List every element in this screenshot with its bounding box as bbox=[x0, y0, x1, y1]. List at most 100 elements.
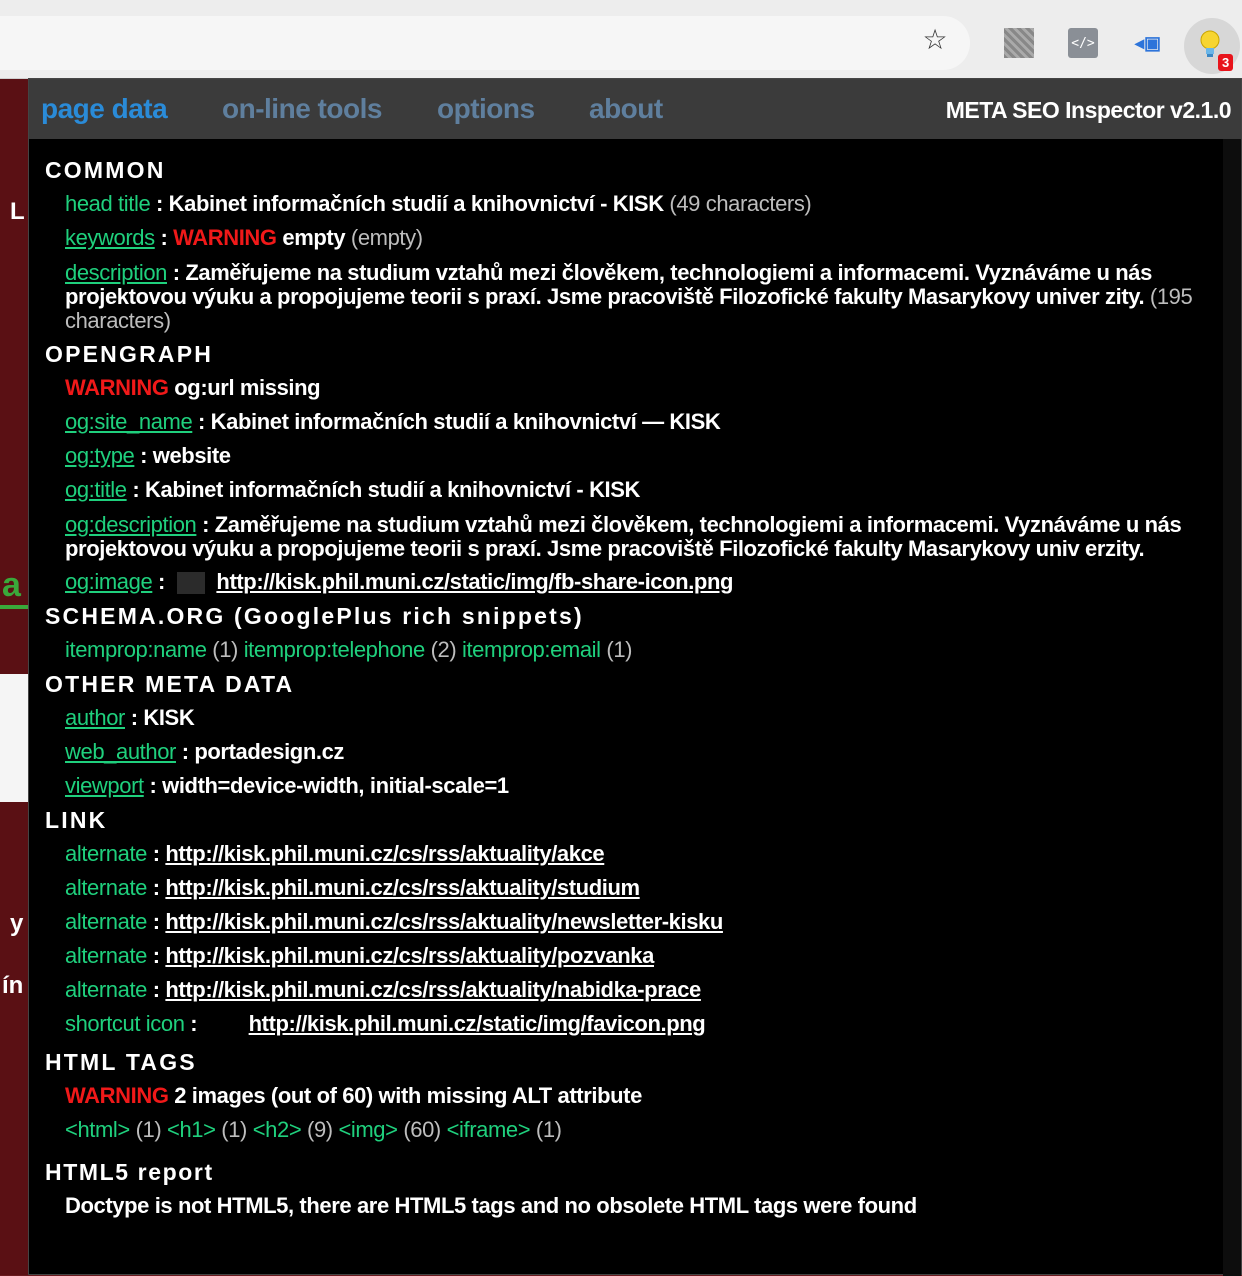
section-title-html5: HTML5 report bbox=[45, 1159, 214, 1185]
background-text-fragment: a bbox=[2, 566, 21, 604]
keywords-value: empty bbox=[282, 225, 346, 250]
og-site-name-value: Kabinet informačních studií a knihovnict… bbox=[210, 409, 721, 434]
section-title-opengraph: OPENGRAPH bbox=[45, 341, 214, 367]
author-link[interactable]: author bbox=[65, 705, 125, 730]
link-url[interactable]: http://kisk.phil.muni.cz/cs/rss/aktualit… bbox=[165, 875, 640, 900]
schema-item-key: itemprop:telephone bbox=[243, 637, 426, 662]
viewport-row: viewport : width=device-width, initial-s… bbox=[65, 773, 509, 798]
code-extension-icon[interactable]: </> bbox=[1068, 28, 1098, 58]
og-type-row: og:type : website bbox=[65, 443, 231, 468]
screen-extension-icon[interactable]: ◂▣ bbox=[1133, 28, 1163, 58]
link-row: alternate : http://kisk.phil.muni.cz/cs/… bbox=[65, 943, 654, 968]
tag-name: <h2> bbox=[252, 1117, 302, 1142]
background-text-fragment: ín bbox=[2, 972, 24, 999]
popup-scrollbar[interactable] bbox=[1223, 139, 1241, 1276]
tag-name: <iframe> bbox=[446, 1117, 531, 1142]
schema-item-count: (1) bbox=[606, 637, 633, 662]
meta-seo-extension-button[interactable]: 3 bbox=[1184, 18, 1240, 74]
meta-seo-inspector-popup: page data on-line tools options about ME… bbox=[28, 78, 1242, 1276]
description-value: Zaměřujeme na studium vztahů mezi člověk… bbox=[65, 260, 1152, 309]
og-image-row: og:image : http://kisk.phil.muni.cz/stat… bbox=[65, 569, 734, 595]
extension-icon[interactable] bbox=[1004, 28, 1034, 58]
keywords-link[interactable]: keywords bbox=[65, 225, 155, 250]
og-description-link[interactable]: og:description bbox=[65, 512, 197, 537]
link-url[interactable]: http://kisk.phil.muni.cz/cs/rss/aktualit… bbox=[165, 841, 604, 866]
warning-label: WARNING bbox=[65, 1083, 169, 1108]
background-text-fragment: L bbox=[10, 198, 25, 225]
head-title-value: Kabinet informačních studií a knihovnict… bbox=[168, 191, 664, 216]
author-row: author : KISK bbox=[65, 705, 195, 730]
warning-label: WARNING bbox=[173, 225, 277, 250]
html-tags-row: <html> (1) <h1> (1) <h2> (9) <img> (60) … bbox=[45, 1113, 1237, 1147]
bookmark-star-icon[interactable]: ☆ bbox=[920, 24, 950, 55]
tab-about[interactable]: about bbox=[589, 93, 663, 125]
popup-nav: page data on-line tools options about ME… bbox=[29, 79, 1241, 139]
web-author-row: web_author : portadesign.cz bbox=[65, 739, 345, 764]
head-title-key: head title bbox=[65, 191, 151, 216]
tab-online-tools[interactable]: on-line tools bbox=[222, 93, 382, 125]
tag-name: <h1> bbox=[167, 1117, 216, 1142]
og-type-value: website bbox=[152, 443, 231, 468]
tag-count: (1) bbox=[221, 1117, 247, 1142]
tag-count: (9) bbox=[307, 1117, 333, 1142]
og-description-value: Zaměřujeme na studium vztahů mezi člověk… bbox=[65, 512, 1182, 561]
og-image-link[interactable]: og:image bbox=[65, 569, 153, 594]
viewport-link[interactable]: viewport bbox=[65, 773, 144, 798]
notification-badge: 3 bbox=[1218, 54, 1234, 71]
og-title-value: Kabinet informačních studií a knihovnict… bbox=[145, 477, 641, 502]
section-title-link: LINK bbox=[45, 807, 108, 833]
og-warning-text: og:url missing bbox=[174, 375, 321, 400]
link-url[interactable]: http://kisk.phil.muni.cz/cs/rss/aktualit… bbox=[165, 909, 723, 934]
link-rel: alternate bbox=[65, 943, 148, 968]
section-title-schema: SCHEMA.ORG (GooglePlus rich snippets) bbox=[45, 603, 584, 629]
link-row: alternate : http://kisk.phil.muni.cz/cs/… bbox=[65, 875, 640, 900]
link-rel: shortcut icon bbox=[65, 1011, 185, 1036]
link-rel: alternate bbox=[65, 841, 148, 866]
web-author-link[interactable]: web_author bbox=[65, 739, 176, 764]
schema-item-count: (1) bbox=[212, 637, 238, 662]
html-tags-warning-text: 2 images (out of 60) with missing ALT at… bbox=[174, 1083, 642, 1108]
viewport-value: width=device-width, initial-scale=1 bbox=[162, 773, 509, 798]
og-type-link[interactable]: og:type bbox=[65, 443, 135, 468]
warning-label: WARNING bbox=[65, 375, 169, 400]
og-warning-row: WARNING og:url missing bbox=[45, 371, 1237, 405]
schema-item-key: itemprop:email bbox=[461, 637, 601, 662]
keywords-note: (empty) bbox=[350, 225, 423, 250]
link-rel: alternate bbox=[65, 875, 148, 900]
section-title-common: COMMON bbox=[45, 157, 166, 183]
tab-page-data[interactable]: page data bbox=[41, 93, 168, 125]
link-url[interactable]: http://kisk.phil.muni.cz/static/img/favi… bbox=[249, 1011, 706, 1036]
description-link[interactable]: description bbox=[65, 260, 167, 285]
link-rel: alternate bbox=[65, 977, 148, 1002]
page-data-content: COMMON head title : Kabinet informačních… bbox=[29, 139, 1237, 1223]
link-row: shortcut icon : http://kisk.phil.muni.cz… bbox=[65, 1011, 706, 1036]
link-url[interactable]: http://kisk.phil.muni.cz/cs/rss/aktualit… bbox=[165, 943, 654, 968]
section-title-other-meta: OTHER META DATA bbox=[45, 671, 295, 697]
schema-item-count: (2) bbox=[430, 637, 457, 662]
background-panel bbox=[0, 674, 28, 802]
address-bar[interactable] bbox=[0, 16, 970, 70]
background-text-fragment: y bbox=[10, 910, 24, 937]
section-title-html-tags: HTML TAGS bbox=[45, 1049, 197, 1075]
og-image-url[interactable]: http://kisk.phil.muni.cz/static/img/fb-s… bbox=[216, 569, 733, 594]
tag-count: (1) bbox=[535, 1117, 562, 1142]
background-underline bbox=[0, 605, 28, 609]
link-row: alternate : http://kisk.phil.muni.cz/cs/… bbox=[65, 909, 723, 934]
link-row: alternate : http://kisk.phil.muni.cz/cs/… bbox=[65, 841, 605, 866]
og-site-name-link[interactable]: og:site_name bbox=[65, 409, 193, 434]
link-rel: alternate bbox=[65, 909, 148, 934]
web-author-value: portadesign.cz bbox=[194, 739, 345, 764]
keywords-row: keywords : WARNING empty (empty) bbox=[65, 225, 423, 250]
link-url[interactable]: http://kisk.phil.muni.cz/cs/rss/aktualit… bbox=[165, 977, 701, 1002]
og-description-row: og:description : Zaměřujeme na studium v… bbox=[65, 512, 1182, 561]
author-value: KISK bbox=[143, 705, 195, 730]
og-title-link[interactable]: og:title bbox=[65, 477, 127, 502]
tag-count: (60) bbox=[403, 1117, 441, 1142]
tag-name: <img> bbox=[338, 1117, 398, 1142]
tab-options[interactable]: options bbox=[437, 93, 535, 125]
tag-name: <html> bbox=[65, 1117, 130, 1142]
version-label: META SEO Inspector v2.1.0 bbox=[945, 97, 1232, 123]
schema-row: itemprop:name (1) itemprop:telephone (2)… bbox=[45, 633, 1237, 667]
html5-report-text: Doctype is not HTML5, there are HTML5 ta… bbox=[65, 1193, 917, 1218]
html-tags-warning-row: WARNING 2 images (out of 60) with missin… bbox=[45, 1079, 1237, 1113]
